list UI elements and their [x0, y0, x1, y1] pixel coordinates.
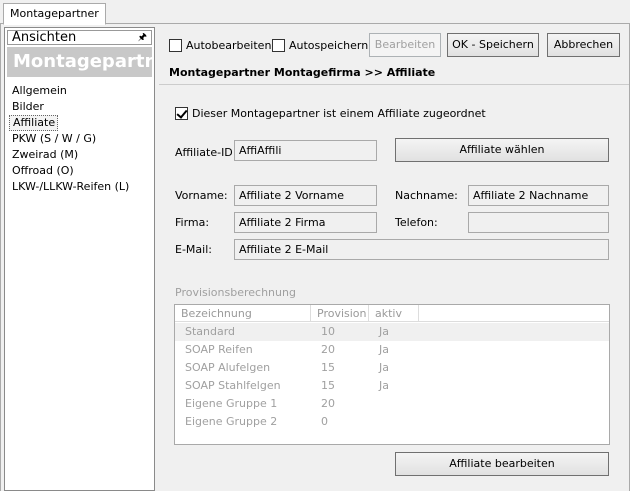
cell-aktiv: Ja [379, 361, 389, 374]
cell-provision: 15 [321, 379, 335, 392]
table-row[interactable]: Eigene Gruppe 1 20 [175, 395, 609, 413]
views-title: Montagepartner [7, 47, 152, 77]
cell-bezeichnung: Eigene Gruppe 2 [185, 415, 278, 428]
views-item[interactable]: Zweirad (M) [9, 147, 152, 163]
views-list: Allgemein Bilder Affiliate PKW (S / W / G) Z… [9, 83, 152, 195]
cell-bezeichnung: SOAP Alufelgen [185, 361, 271, 374]
col-aktiv[interactable]: aktiv [369, 305, 419, 322]
cell-provision: 0 [321, 415, 328, 428]
views-item[interactable]: PKW (S / W / G) [9, 131, 152, 147]
bearbeiten-button[interactable]: Bearbeiten [369, 33, 441, 57]
table-row[interactable]: Standard 10 Ja [175, 323, 609, 341]
cell-bezeichnung: Standard [185, 325, 236, 338]
autobearbeiten-label: Autobearbeiten [186, 38, 272, 52]
toolbar: Autobearbeiten Autospeichern Bearbeiten … [159, 32, 629, 58]
provisions-table[interactable]: Bezeichnung Provision aktiv Standard 10 Ja… [174, 304, 610, 445]
cell-bezeichnung: SOAP Reifen [185, 343, 253, 356]
detail-panel: Autobearbeiten Autospeichern Bearbeiten … [159, 24, 629, 491]
views-item[interactable]: LKW-/LLKW-Reifen (L) [9, 179, 152, 195]
telefon-field[interactable] [468, 212, 609, 233]
email-field[interactable]: Affiliate 2 E-Mail [234, 239, 609, 260]
autospeichern-label: Autospeichern [289, 38, 369, 52]
autobearbeiten-box[interactable] [169, 38, 182, 52]
views-label: Ansichten [12, 30, 77, 45]
firma-field[interactable]: Affiliate 2 Firma [234, 212, 377, 233]
views-item[interactable]: Offroad (O) [9, 163, 152, 179]
provisions-title: Provisionsberechnung [175, 286, 296, 299]
col-bezeichnung[interactable]: Bezeichnung [175, 305, 311, 322]
firma-label: Firma: [175, 216, 210, 229]
provisions-header: Bezeichnung Provision aktiv [175, 305, 609, 322]
vorname-label: Vorname: [175, 189, 228, 202]
vorname-field[interactable]: Affiliate 2 Vorname [234, 185, 377, 206]
views-item[interactable]: Bilder [9, 99, 152, 115]
cell-aktiv: Ja [379, 379, 389, 392]
views-item[interactable]: Allgemein [9, 83, 152, 99]
col-provision[interactable]: Provision [311, 305, 369, 322]
autospeichern-box[interactable] [272, 38, 285, 52]
cell-aktiv: Ja [379, 343, 389, 356]
autospeichern-checkbox[interactable]: Autospeichern [272, 37, 368, 53]
cell-provision: 20 [321, 343, 335, 356]
email-label: E-Mail: [175, 243, 212, 256]
cell-provision: 10 [321, 325, 335, 338]
cell-provision: 20 [321, 397, 335, 410]
table-row[interactable]: SOAP Alufelgen 15 Ja [175, 359, 609, 377]
nachname-field[interactable]: Affiliate 2 Nachname [468, 185, 609, 206]
breadcrumb: Montagepartner Montagefirma >> Affiliate [169, 66, 436, 79]
affiliate-assigned-label: Dieser Montagepartner ist einem Affiliat… [192, 106, 486, 120]
nachname-label: Nachname: [395, 189, 458, 202]
affiliate-waehlen-button[interactable]: Affiliate wählen [395, 138, 609, 162]
tab-montagepartner[interactable]: Montagepartner [3, 3, 106, 25]
tab-strip: Montagepartner [0, 0, 630, 25]
separator [159, 84, 629, 85]
table-row[interactable]: SOAP Stahlfelgen 15 Ja [175, 377, 609, 395]
affiliate-assigned-box[interactable] [175, 106, 188, 120]
pin-icon[interactable]: 🖈︎ [138, 31, 147, 44]
cell-aktiv: Ja [379, 325, 389, 338]
autobearbeiten-checkbox[interactable]: Autobearbeiten [169, 37, 271, 53]
table-row[interactable]: SOAP Reifen 20 Ja [175, 341, 609, 359]
views-header: Ansichten 🖈︎ [7, 30, 152, 45]
cell-provision: 15 [321, 361, 335, 374]
table-row[interactable]: Eigene Gruppe 2 0 [175, 413, 609, 431]
affiliate-id-field[interactable]: AffiAffili [234, 140, 377, 161]
affiliate-id-label: Affiliate-ID: [175, 146, 237, 159]
affiliate-bearbeiten-button[interactable]: Affiliate bearbeiten [395, 452, 609, 476]
ok-speichern-button[interactable]: OK - Speichern [447, 33, 539, 57]
abbrechen-button[interactable]: Abbrechen [547, 33, 620, 57]
cell-bezeichnung: Eigene Gruppe 1 [185, 397, 278, 410]
views-panel: Ansichten 🖈︎ Montagepartner AllgemeinBil… [4, 27, 155, 491]
cell-bezeichnung: SOAP Stahlfelgen [185, 379, 281, 392]
views-item[interactable]: Affiliate [9, 115, 59, 131]
affiliate-assigned-checkbox[interactable]: Dieser Montagepartner ist einem Affiliat… [175, 105, 486, 121]
telefon-label: Telefon: [395, 216, 438, 229]
content-area: Ansichten 🖈︎ Montagepartner AllgemeinBil… [0, 24, 630, 491]
